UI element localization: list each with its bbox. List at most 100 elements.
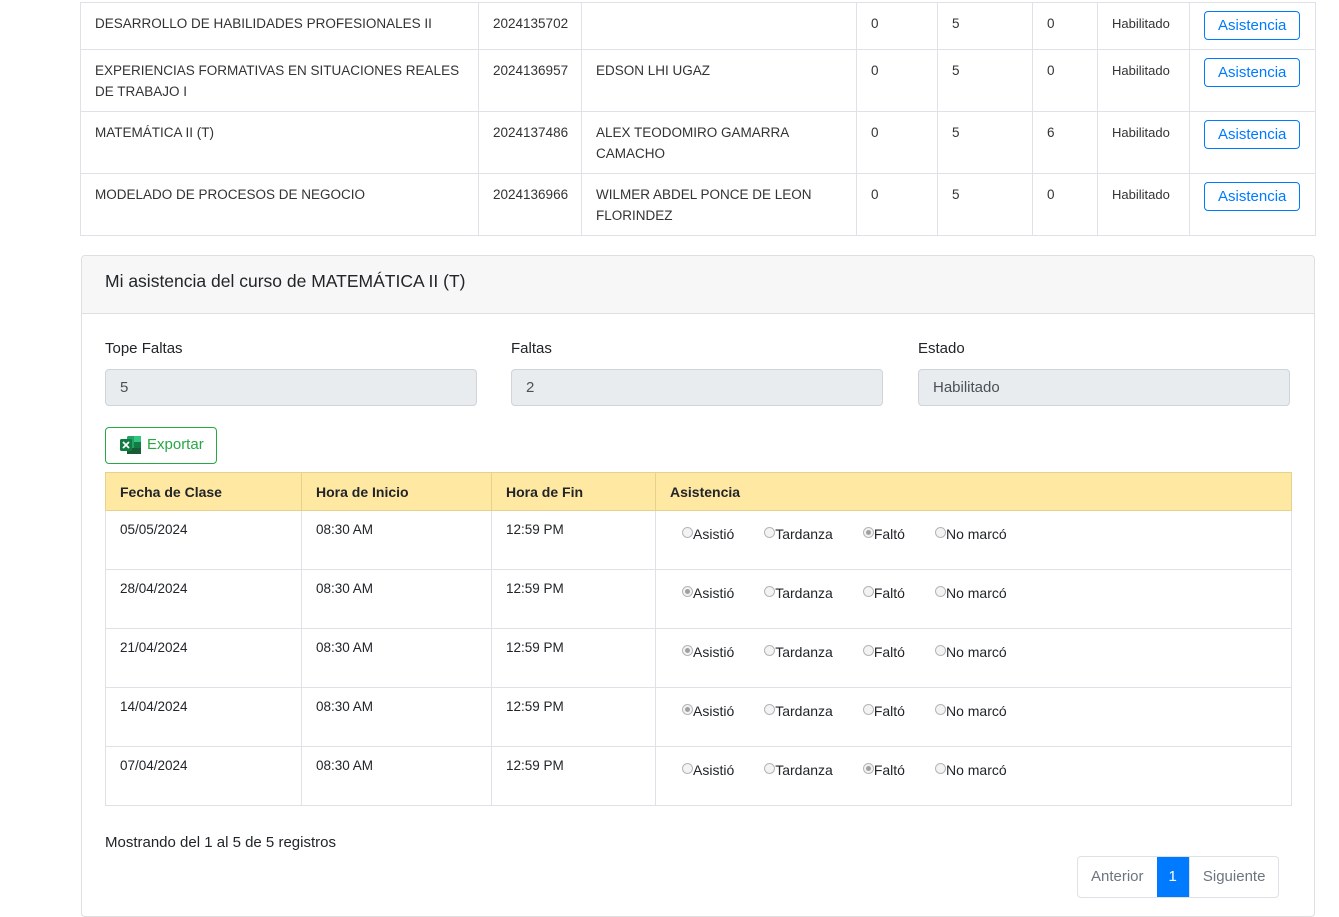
radio-label: Asistió <box>693 703 735 719</box>
attendance-radio-option[interactable]: Asistió <box>682 526 734 542</box>
radio-button-icon[interactable] <box>682 763 693 774</box>
radio-label: Faltó <box>873 585 905 601</box>
pagination-next[interactable]: Siguiente <box>1188 857 1279 897</box>
radio-button-icon[interactable] <box>934 704 946 715</box>
pagination: Anterior 1 Siguiente <box>1077 856 1280 898</box>
pagination-page-1[interactable]: 1 <box>1156 857 1189 897</box>
attendance-radio-option[interactable]: Faltó <box>862 703 905 719</box>
radio-label: Faltó <box>873 526 905 542</box>
attendance-radio-option[interactable]: Faltó <box>862 644 905 660</box>
attendance-radio-option[interactable]: Tardanza <box>764 644 833 660</box>
attendance-card: Mi asistencia del curso de MATEMÁTICA II… <box>81 255 1315 917</box>
export-button[interactable]: Exportar <box>105 427 217 464</box>
asistencia-button[interactable]: Asistencia <box>1204 120 1301 149</box>
course-row: EXPERIENCIAS FORMATIVAS EN SITUACIONES R… <box>80 49 1316 112</box>
course-teacher <box>581 2 857 50</box>
attendance-radio-option[interactable]: Asistió <box>682 703 734 719</box>
start-time: 08:30 AM <box>301 569 492 629</box>
course-name: MATEMÁTICA II (T) <box>80 111 479 174</box>
course-row: MODELADO DE PROCESOS DE NEGOCIO 202413696… <box>80 173 1316 236</box>
class-date: 21/04/2024 <box>105 628 302 688</box>
attendance-radio-option[interactable]: Asistió <box>682 585 734 601</box>
radio-label: Faltó <box>873 703 905 719</box>
radio-button-icon[interactable] <box>682 645 693 656</box>
course-count-3: 0 <box>1032 173 1098 236</box>
radio-button-icon[interactable] <box>764 645 776 656</box>
attendance-table: Fecha de Clase Hora de Inicio Hora de Fi… <box>105 472 1292 806</box>
course-action-cell: Asistencia <box>1189 49 1316 112</box>
radio-button-icon[interactable] <box>764 704 776 715</box>
col-header-fin: Hora de Fin <box>491 472 656 511</box>
radio-button-icon[interactable] <box>862 645 874 656</box>
course-name: DESARROLLO DE HABILIDADES PROFESIONALES … <box>80 2 479 50</box>
col-header-asistencia: Asistencia <box>655 472 1292 511</box>
radio-button-icon[interactable] <box>764 586 776 597</box>
radio-button-icon[interactable] <box>682 527 693 538</box>
attendance-radio-option[interactable]: No marcó <box>934 526 1007 542</box>
radio-label: Asistió <box>693 526 735 542</box>
course-count-3: 0 <box>1032 49 1098 112</box>
course-teacher: ALEX TEODOMIRO GAMARRA CAMACHO <box>581 111 857 174</box>
radio-button-icon[interactable] <box>862 763 874 774</box>
class-date: 14/04/2024 <box>105 687 302 747</box>
asistencia-button[interactable]: Asistencia <box>1204 182 1301 211</box>
radio-button-icon[interactable] <box>682 704 693 715</box>
course-count-3: 0 <box>1032 2 1098 50</box>
radio-label: Faltó <box>873 644 905 660</box>
col-header-inicio: Hora de Inicio <box>301 472 492 511</box>
radio-label: Tardanza <box>775 703 833 719</box>
class-date: 05/05/2024 <box>105 510 302 570</box>
attendance-options: Asistió Tardanza Faltó No marcó <box>655 569 1292 629</box>
attendance-radio-option[interactable]: Faltó <box>862 585 905 601</box>
course-status: Habilitado <box>1097 111 1190 174</box>
radio-label: No marcó <box>945 526 1007 542</box>
excel-icon <box>120 435 142 455</box>
radio-button-icon[interactable] <box>764 527 776 538</box>
radio-button-icon[interactable] <box>862 527 874 538</box>
attendance-radio-option[interactable]: No marcó <box>934 703 1007 719</box>
course-count-1: 0 <box>856 49 938 112</box>
asistencia-button[interactable]: Asistencia <box>1204 58 1301 87</box>
attendance-row: 07/04/2024 08:30 AM 12:59 PM Asistió Tardanz… <box>105 746 1292 806</box>
attendance-header-row: Fecha de Clase Hora de Inicio Hora de Fi… <box>105 472 1292 511</box>
attendance-radio-option[interactable]: Asistió <box>682 762 734 778</box>
radio-label: Asistió <box>693 644 735 660</box>
radio-label: Asistió <box>693 585 735 601</box>
start-time: 08:30 AM <box>301 687 492 747</box>
attendance-radio-option[interactable]: No marcó <box>934 585 1007 601</box>
pagination-prev[interactable]: Anterior <box>1078 857 1157 897</box>
tope-faltas-label: Tope Faltas <box>105 340 183 357</box>
radio-label: Asistió <box>693 762 735 778</box>
course-row: MATEMÁTICA II (T) 2024137486 ALEX TEODOMIR… <box>80 111 1316 174</box>
radio-button-icon[interactable] <box>934 645 946 656</box>
course-status: Habilitado <box>1097 173 1190 236</box>
radio-button-icon[interactable] <box>934 763 946 774</box>
attendance-radio-option[interactable]: Tardanza <box>764 585 833 601</box>
card-header: Mi asistencia del curso de MATEMÁTICA II… <box>82 256 1314 314</box>
attendance-options: Asistió Tardanza Faltó No marcó <box>655 510 1292 570</box>
radio-label: Tardanza <box>775 526 833 542</box>
attendance-radio-option[interactable]: No marcó <box>934 644 1007 660</box>
attendance-row: 21/04/2024 08:30 AM 12:59 PM Asistió Tardanz… <box>105 628 1292 688</box>
radio-button-icon[interactable] <box>862 586 874 597</box>
attendance-radio-option[interactable]: Faltó <box>862 762 905 778</box>
radio-button-icon[interactable] <box>862 704 874 715</box>
attendance-radio-option[interactable]: Tardanza <box>764 703 833 719</box>
attendance-radio-option[interactable]: No marcó <box>934 762 1007 778</box>
radio-button-icon[interactable] <box>934 586 946 597</box>
asistencia-button[interactable]: Asistencia <box>1204 11 1301 40</box>
start-time: 08:30 AM <box>301 628 492 688</box>
attendance-radio-option[interactable]: Faltó <box>862 526 905 542</box>
attendance-options: Asistió Tardanza Faltó No marcó <box>655 687 1292 747</box>
attendance-radio-option[interactable]: Tardanza <box>764 762 833 778</box>
course-code: 2024137486 <box>478 111 582 174</box>
estado-field: Habilitado <box>918 369 1290 406</box>
attendance-radio-option[interactable]: Tardanza <box>764 526 833 542</box>
radio-button-icon[interactable] <box>682 586 693 597</box>
radio-button-icon[interactable] <box>764 763 776 774</box>
attendance-options: Asistió Tardanza Faltó No marcó <box>655 746 1292 806</box>
end-time: 12:59 PM <box>491 746 656 806</box>
radio-label: Faltó <box>873 762 905 778</box>
attendance-radio-option[interactable]: Asistió <box>682 644 734 660</box>
radio-button-icon[interactable] <box>934 527 946 538</box>
